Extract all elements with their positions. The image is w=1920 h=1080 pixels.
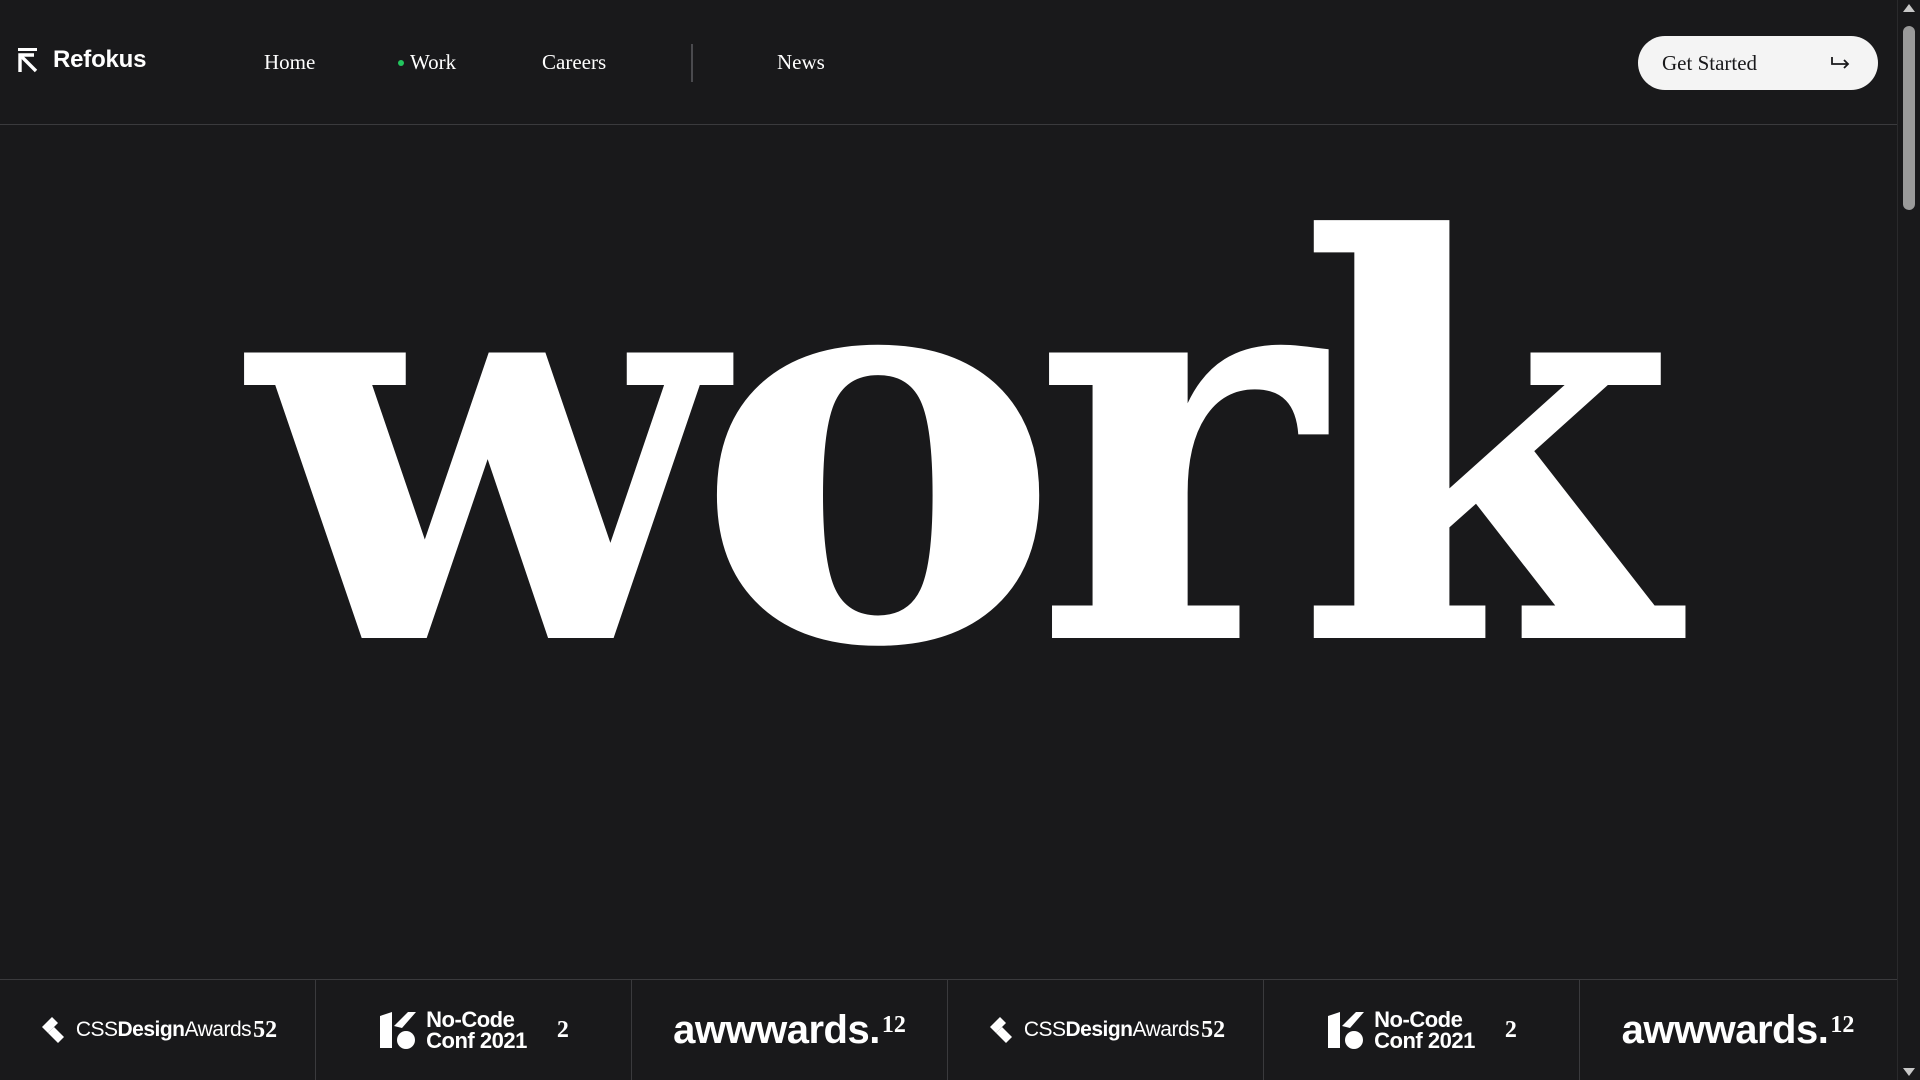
scroll-up-arrow-icon[interactable] xyxy=(1903,4,1915,12)
award-nocode-conf: No-Code Conf 2021 2 xyxy=(316,980,632,1080)
award-cssdesignawards: CSSDesignAwards 52 xyxy=(0,980,316,1080)
awwwards-wordmark: awwwards. xyxy=(1621,1007,1829,1052)
brand-link[interactable]: Refokus xyxy=(17,46,146,74)
refokus-logo-icon xyxy=(17,47,39,73)
scrollbar-thumb[interactable] xyxy=(1903,26,1915,210)
awwwards-wordmark: awwwards. xyxy=(673,1007,880,1052)
brand-name: Refokus xyxy=(53,46,147,73)
award-awwwards: awwwards. 12 xyxy=(1580,980,1896,1080)
nav-divider xyxy=(691,44,693,82)
cssdesignawards-logo-icon xyxy=(986,1016,1016,1044)
nocode-logo-icon xyxy=(378,1010,418,1050)
award-count: 52 xyxy=(253,1016,278,1043)
award-count: 2 xyxy=(1504,1016,1517,1043)
nocode-wordmark: No-Code Conf 2021 xyxy=(1374,1007,1475,1053)
viewport: Refokus Home Work Careers News Get Start… xyxy=(0,0,1897,1080)
awards-strip: CSSDesignAwards 52 No-Code Conf 2021 2 a… xyxy=(0,979,1897,1080)
get-started-button[interactable]: Get Started xyxy=(1638,36,1878,90)
site-header: Refokus Home Work Careers News Get Start… xyxy=(0,0,1897,125)
nav-home[interactable]: Home xyxy=(264,50,315,75)
award-nocode-conf: No-Code Conf 2021 2 xyxy=(1264,980,1580,1080)
hero-title: work xyxy=(248,122,1676,768)
return-arrow-icon xyxy=(1830,55,1852,71)
award-awwwards: awwwards. 12 xyxy=(632,980,948,1080)
cssdesignawards-logo-icon xyxy=(38,1016,68,1044)
nav-news[interactable]: News xyxy=(777,50,825,75)
nocode-wordmark: No-Code Conf 2021 xyxy=(426,1007,527,1053)
scroll-down-arrow-icon[interactable] xyxy=(1903,1068,1915,1076)
nav-careers[interactable]: Careers xyxy=(542,50,606,75)
cssdesignawards-wordmark: CSSDesignAwards xyxy=(1023,1018,1200,1041)
page: Refokus Home Work Careers News Get Start… xyxy=(0,0,1920,1080)
award-count: 2 xyxy=(556,1016,569,1043)
award-count: 12 xyxy=(881,1011,906,1038)
active-indicator-dot xyxy=(398,59,404,66)
nav-work-label: Work xyxy=(410,50,457,74)
award-cssdesignawards: CSSDesignAwards 52 xyxy=(948,980,1264,1080)
award-count: 12 xyxy=(1830,1011,1855,1038)
vertical-scrollbar[interactable] xyxy=(1897,0,1920,1080)
nocode-logo-icon xyxy=(1326,1010,1366,1050)
award-count: 52 xyxy=(1201,1016,1226,1043)
get-started-label: Get Started xyxy=(1662,50,1758,75)
cssdesignawards-wordmark: CSSDesignAwards xyxy=(75,1018,252,1041)
nav-work[interactable]: Work xyxy=(398,50,456,75)
